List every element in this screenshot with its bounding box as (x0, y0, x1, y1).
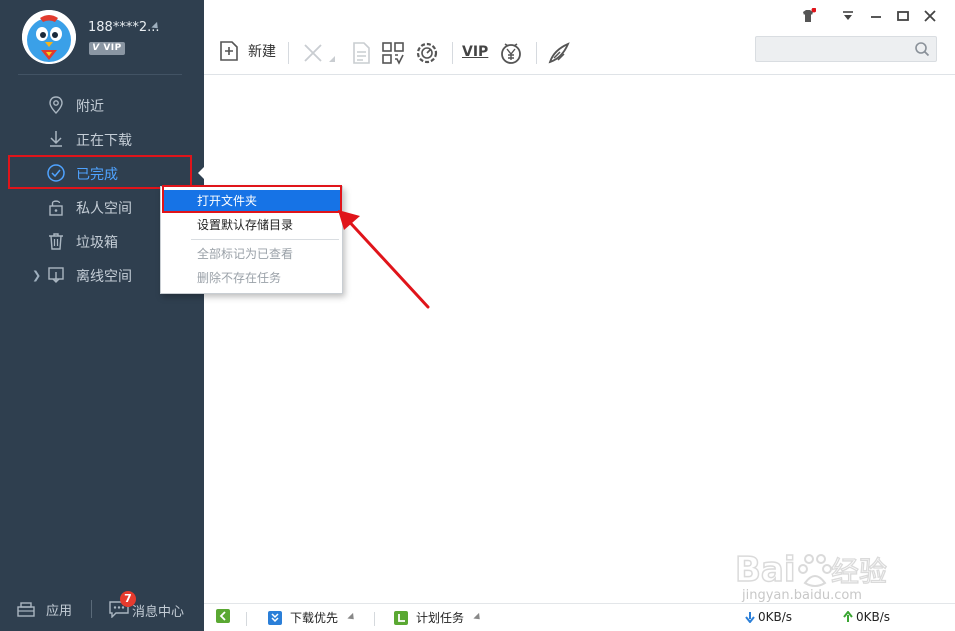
yuan-wallet-icon[interactable] (498, 40, 524, 66)
menu-item-delete-missing-tasks[interactable]: 删除不存在任务 (163, 267, 340, 289)
status-bar: 下载优先 计划任务 0KB/s 0KB/s (204, 603, 955, 631)
username[interactable]: 188****2... (88, 20, 159, 35)
location-pin-icon (49, 96, 63, 114)
schedule-task-label: 计划任务 (416, 611, 465, 625)
download-priority-label: 下载优先 (290, 611, 339, 625)
download-icon (50, 131, 62, 147)
skin-shirt-icon[interactable] (800, 8, 816, 24)
sidebar-item-label: 正在下载 (76, 133, 132, 149)
sidebar-item-nearby[interactable]: 附近 (0, 90, 204, 120)
speed-gear-icon[interactable] (414, 40, 440, 66)
vip-badge-label: VIP (103, 43, 122, 53)
toolbar: 新建 VIP (204, 30, 955, 75)
expand-chevron-icon[interactable]: ❯ (32, 269, 41, 282)
delete-dropdown-caret-icon[interactable] (326, 40, 338, 66)
status-separator (374, 612, 375, 626)
annotation-highlight-open-folder (162, 185, 342, 213)
collapse-arrow-icon (216, 609, 230, 623)
toolbar-separator (536, 42, 537, 64)
new-document-icon (220, 41, 238, 61)
task-list-area[interactable] (204, 76, 955, 596)
menu-separator (191, 239, 339, 240)
search-icon[interactable] (914, 41, 930, 57)
clock-corner-icon (394, 610, 408, 625)
lock-icon (49, 200, 63, 216)
qr-code-icon[interactable] (380, 40, 406, 66)
arrow-down-icon (745, 612, 755, 623)
sidebar-item-label: 离线空间 (76, 269, 132, 285)
apps-label: 应用 (46, 604, 73, 619)
toolbar-separator (452, 42, 453, 64)
menu-item-set-default-directory[interactable]: 设置默认存储目录 (163, 214, 340, 236)
sidebar-item-label: 垃圾箱 (76, 235, 118, 251)
bird-mascot-icon (22, 10, 76, 64)
toolbar-separator (288, 42, 289, 64)
message-count-badge: 7 (120, 591, 136, 607)
sidebar-item-label: 私人空间 (76, 201, 132, 217)
menu-item-mark-all-viewed[interactable]: 全部标记为已查看 (163, 243, 340, 265)
minimize-icon[interactable] (868, 8, 884, 24)
new-task-label: 新建 (248, 44, 276, 60)
upload-speed: 0KB/s (842, 610, 890, 624)
trash-icon (49, 233, 63, 250)
close-icon[interactable] (922, 8, 938, 24)
bottom-divider (91, 600, 92, 618)
new-task-button[interactable]: 新建 (218, 40, 276, 62)
search-input[interactable] (755, 36, 937, 62)
message-center-label: 消息中心 (132, 605, 185, 620)
svg-text:Bai: Bai (735, 550, 796, 590)
dropdown-caret-icon (347, 612, 357, 623)
menu-dropdown-icon[interactable] (840, 8, 856, 24)
sidebar-item-label: 附近 (76, 99, 104, 115)
vip-badge-v: V (92, 43, 104, 53)
user-avatar[interactable] (22, 10, 76, 64)
arrow-up-icon (843, 611, 853, 622)
delete-x-icon[interactable] (300, 40, 326, 66)
status-separator (246, 612, 247, 626)
sidebar-divider (18, 74, 182, 75)
sidebar-bottom-bar: 应用 消息中心 (0, 592, 204, 631)
watermark-url: jingyan.baidu.com (742, 588, 862, 603)
cloud-download-icon (48, 267, 64, 283)
maximize-icon[interactable] (895, 8, 911, 24)
apps-button[interactable]: 应用 (16, 600, 72, 619)
dropdown-caret-icon (473, 612, 483, 623)
download-speed-value: 0KB/s (758, 610, 793, 624)
collapse-sidebar-button[interactable] (216, 609, 230, 623)
annotation-highlight-completed (8, 155, 192, 189)
upload-speed-value: 0KB/s (856, 610, 891, 624)
vip-toolbar-button[interactable]: VIP (462, 40, 492, 66)
sidebar-item-downloading[interactable]: 正在下载 (0, 124, 204, 154)
rocket-accelerate-icon[interactable] (546, 40, 572, 66)
file-properties-icon[interactable] (348, 40, 374, 66)
schedule-task-button[interactable]: 计划任务 (394, 609, 483, 626)
vip-badge[interactable]: V VIP (89, 42, 125, 55)
priority-chevrons-icon (268, 610, 282, 625)
svg-text:经验: 经验 (831, 555, 887, 588)
annotation-arrow-icon (338, 210, 430, 309)
sidebar: 188****2... V VIP 附近 正在下载 已完成 私人空间 垃圾箱 ❯… (0, 0, 204, 631)
download-speed: 0KB/s (744, 610, 792, 624)
download-priority-button[interactable]: 下载优先 (268, 609, 357, 626)
printer-apps-icon (17, 601, 35, 617)
